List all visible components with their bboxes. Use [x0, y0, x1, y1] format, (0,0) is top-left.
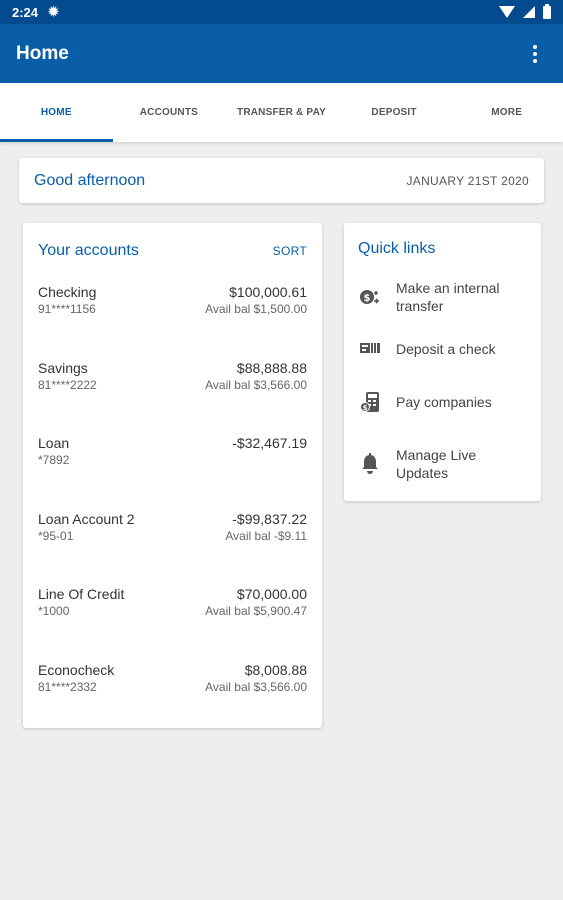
tab-home[interactable]: HOME [0, 83, 113, 142]
account-available-balance: Avail bal $1,500.00 [205, 302, 307, 316]
wifi-icon [499, 6, 515, 18]
account-balance: -$99,837.22 [232, 510, 307, 527]
account-number: 81****2332 [38, 679, 97, 694]
svg-text:$: $ [363, 404, 368, 412]
tab-more[interactable]: MORE [450, 83, 563, 142]
account-name: Loan [38, 435, 70, 451]
account-balance: $70,000.00 [236, 586, 307, 602]
quick-links-title: Quick links [358, 240, 436, 257]
greeting-card: Good afternoon JANUARY 21ST 2020 [19, 158, 544, 203]
account-row-savings[interactable]: Savings 81****2222 $88,888.88 Avail bal … [38, 359, 307, 435]
greeting-date: JANUARY 21ST 2020 [406, 173, 529, 188]
settings-gear-icon: ✹ [48, 4, 59, 19]
account-available-balance: Avail bal $3,566.00 [205, 377, 307, 392]
accounts-header: Your accounts SORT [38, 240, 307, 262]
account-row-checking[interactable]: Checking 91****1156 $100,000.61 Avail ba… [38, 283, 307, 359]
battery-icon [543, 3, 551, 19]
quick-link-internal-transfer[interactable]: $ Make an internal transfer [358, 279, 527, 315]
account-name: Econocheck [38, 661, 115, 678]
quick-links-card: Quick links $ Make an internal transfer … [344, 223, 541, 501]
account-name: Line Of Credit [38, 586, 125, 602]
account-available-balance: Avail bal $5,900.47 [205, 604, 307, 618]
account-number: 81****2222 [38, 377, 97, 392]
svg-text:$: $ [364, 293, 371, 304]
bell-icon [358, 452, 382, 476]
pay-companies-icon: $ [358, 390, 382, 414]
status-time: 2:24 [12, 4, 39, 20]
account-balance: $8,008.88 [244, 661, 307, 678]
account-name: Loan Account 2 [38, 510, 135, 527]
account-balance: $88,888.88 [236, 359, 307, 376]
accounts-title: Your accounts [38, 242, 139, 259]
account-name: Checking [38, 284, 97, 300]
app-bar: Home [0, 24, 563, 83]
tab-deposit[interactable]: DEPOSIT [338, 83, 451, 142]
quick-link-label: Deposit a check [396, 341, 496, 357]
account-row-line-of-credit[interactable]: Line Of Credit *1000 $70,000.00 Avail ba… [38, 585, 307, 661]
quick-link-label: Manage Live Updates [396, 447, 477, 481]
account-number: *95-01 [38, 528, 74, 543]
tab-bar: HOME ACCOUNTS TRANSFER & PAY DEPOSIT MOR… [0, 83, 563, 142]
signal-icon [523, 6, 535, 18]
account-name: Savings [38, 359, 88, 376]
quick-link-deposit-check[interactable]: Deposit a check [358, 339, 527, 359]
page-title: Home [16, 42, 69, 64]
account-available-balance: Avail bal $3,566.00 [205, 679, 307, 694]
internal-transfer-icon: $ [358, 285, 382, 309]
account-available-balance: Avail bal -$9.11 [225, 528, 307, 543]
accounts-card: Your accounts SORT Checking 91****1156 $… [23, 223, 322, 728]
account-row-loan-account-2[interactable]: Loan Account 2 *95-01 -$99,837.22 Avail … [38, 510, 307, 586]
status-bar: 2:24 ✹ [0, 0, 563, 24]
sort-button[interactable]: SORT [273, 244, 307, 258]
tab-transfer-pay[interactable]: TRANSFER & PAY [225, 83, 338, 142]
quick-link-pay-companies[interactable]: $ Pay companies [358, 392, 527, 412]
tab-accounts[interactable]: ACCOUNTS [113, 83, 226, 142]
quick-link-label: Pay companies [396, 394, 492, 410]
account-number: 91****1156 [38, 302, 96, 316]
account-number: *1000 [38, 604, 70, 618]
account-row-econocheck[interactable]: Econocheck 81****2332 $8,008.88 Avail ba… [38, 661, 307, 737]
status-icons [499, 3, 551, 19]
greeting-text: Good afternoon [34, 171, 146, 189]
account-balance: -$32,467.19 [232, 435, 307, 451]
account-row-loan[interactable]: Loan *7892 -$32,467.19 [38, 434, 307, 510]
quick-link-label: Make an internal transfer [396, 280, 500, 314]
account-balance: $100,000.61 [229, 284, 307, 300]
overflow-menu-icon[interactable] [523, 42, 547, 66]
quick-link-manage-live-updates[interactable]: Manage Live Updates [358, 446, 527, 482]
deposit-check-icon [358, 337, 382, 361]
account-number: *7892 [38, 453, 70, 467]
